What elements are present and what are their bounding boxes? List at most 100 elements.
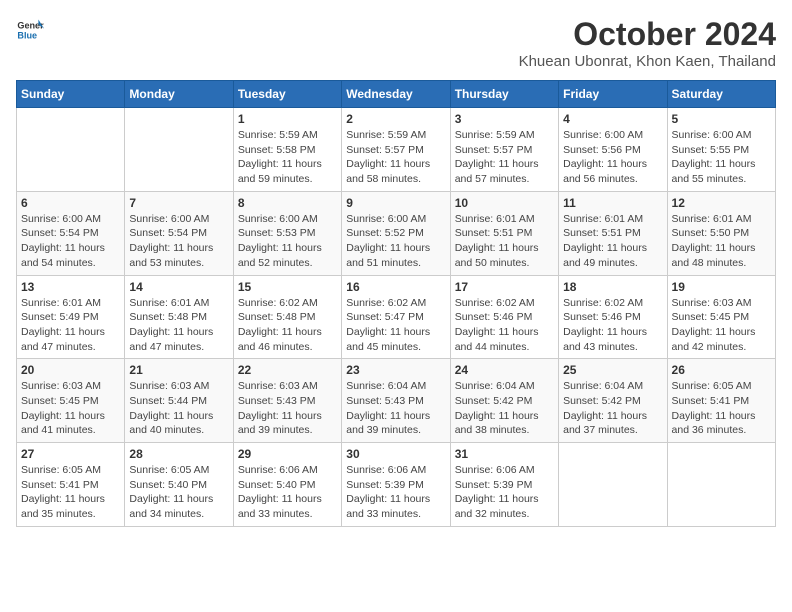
svg-text:Blue: Blue: [17, 30, 37, 40]
day-of-week-header: Saturday: [667, 81, 775, 108]
day-number: 23: [346, 363, 445, 377]
day-number: 31: [455, 447, 554, 461]
day-number: 22: [238, 363, 337, 377]
day-detail: Sunrise: 6:03 AMSunset: 5:44 PMDaylight:…: [129, 379, 228, 438]
day-detail: Sunrise: 6:06 AMSunset: 5:40 PMDaylight:…: [238, 463, 337, 522]
calendar-header-row: SundayMondayTuesdayWednesdayThursdayFrid…: [17, 81, 776, 108]
day-number: 3: [455, 112, 554, 126]
day-detail: Sunrise: 6:00 AMSunset: 5:53 PMDaylight:…: [238, 212, 337, 271]
calendar-week-row: 13 Sunrise: 6:01 AMSunset: 5:49 PMDayligh…: [17, 275, 776, 359]
location-title: Khuean Ubonrat, Khon Kaen, Thailand: [519, 53, 776, 70]
day-detail: Sunrise: 5:59 AMSunset: 5:58 PMDaylight:…: [238, 128, 337, 187]
day-number: 5: [672, 112, 771, 126]
day-of-week-header: Wednesday: [342, 81, 450, 108]
calendar-cell: [17, 108, 125, 192]
calendar-cell: 30Sunrise: 6:06 AMSunset: 5:39 PMDayligh…: [342, 443, 450, 527]
day-detail: Sunrise: 6:04 AMSunset: 5:43 PMDaylight:…: [346, 379, 445, 438]
day-number: 4: [563, 112, 662, 126]
calendar-cell: 4 Sunrise: 6:00 AMSunset: 5:56 PMDaylight…: [559, 108, 667, 192]
day-number: 7: [129, 196, 228, 210]
calendar-week-row: 1 Sunrise: 5:59 AMSunset: 5:58 PMDaylight…: [17, 108, 776, 192]
day-detail: Sunrise: 5:59 AMSunset: 5:57 PMDaylight:…: [346, 128, 445, 187]
page-header: General Blue October 2024 Khuean Ubonrat…: [16, 16, 776, 70]
calendar-cell: 17 Sunrise: 6:02 AMSunset: 5:46 PMDayligh…: [450, 275, 558, 359]
day-number: 27: [21, 447, 120, 461]
day-number: 24: [455, 363, 554, 377]
calendar-week-row: 27 Sunrise: 6:05 AMSunset: 5:41 PMDayligh…: [17, 443, 776, 527]
logo: General Blue: [16, 16, 44, 44]
calendar-week-row: 20Sunrise: 6:03 AMSunset: 5:45 PMDayligh…: [17, 359, 776, 443]
calendar-cell: 25 Sunrise: 6:04 AMSunset: 5:42 PMDayligh…: [559, 359, 667, 443]
calendar-cell: 11Sunrise: 6:01 AMSunset: 5:51 PMDayligh…: [559, 191, 667, 275]
day-detail: Sunrise: 6:06 AMSunset: 5:39 PMDaylight:…: [346, 463, 445, 522]
day-number: 28: [129, 447, 228, 461]
day-of-week-header: Tuesday: [233, 81, 341, 108]
day-number: 13: [21, 280, 120, 294]
day-detail: Sunrise: 6:05 AMSunset: 5:41 PMDaylight:…: [21, 463, 120, 522]
day-number: 6: [21, 196, 120, 210]
day-detail: Sunrise: 6:03 AMSunset: 5:43 PMDaylight:…: [238, 379, 337, 438]
calendar-cell: 14 Sunrise: 6:01 AMSunset: 5:48 PMDayligh…: [125, 275, 233, 359]
calendar-cell: 20Sunrise: 6:03 AMSunset: 5:45 PMDayligh…: [17, 359, 125, 443]
day-detail: Sunrise: 6:02 AMSunset: 5:46 PMDaylight:…: [563, 296, 662, 355]
calendar-cell: 8 Sunrise: 6:00 AMSunset: 5:53 PMDaylight…: [233, 191, 341, 275]
calendar-cell: 9 Sunrise: 6:00 AMSunset: 5:52 PMDaylight…: [342, 191, 450, 275]
day-detail: Sunrise: 6:02 AMSunset: 5:46 PMDaylight:…: [455, 296, 554, 355]
day-detail: Sunrise: 6:04 AMSunset: 5:42 PMDaylight:…: [563, 379, 662, 438]
calendar-cell: 24Sunrise: 6:04 AMSunset: 5:42 PMDayligh…: [450, 359, 558, 443]
day-number: 25: [563, 363, 662, 377]
day-number: 15: [238, 280, 337, 294]
day-number: 17: [455, 280, 554, 294]
day-detail: Sunrise: 6:01 AMSunset: 5:51 PMDaylight:…: [455, 212, 554, 271]
day-number: 14: [129, 280, 228, 294]
day-detail: Sunrise: 6:02 AMSunset: 5:47 PMDaylight:…: [346, 296, 445, 355]
day-of-week-header: Monday: [125, 81, 233, 108]
day-of-week-header: Friday: [559, 81, 667, 108]
day-number: 8: [238, 196, 337, 210]
day-detail: Sunrise: 6:00 AMSunset: 5:54 PMDaylight:…: [21, 212, 120, 271]
calendar-cell: 10 Sunrise: 6:01 AMSunset: 5:51 PMDayligh…: [450, 191, 558, 275]
calendar-table: SundayMondayTuesdayWednesdayThursdayFrid…: [16, 80, 776, 527]
calendar-cell: 18Sunrise: 6:02 AMSunset: 5:46 PMDayligh…: [559, 275, 667, 359]
calendar-cell: 22 Sunrise: 6:03 AMSunset: 5:43 PMDayligh…: [233, 359, 341, 443]
day-detail: Sunrise: 6:01 AMSunset: 5:48 PMDaylight:…: [129, 296, 228, 355]
calendar-cell: 12Sunrise: 6:01 AMSunset: 5:50 PMDayligh…: [667, 191, 775, 275]
calendar-cell: 27 Sunrise: 6:05 AMSunset: 5:41 PMDayligh…: [17, 443, 125, 527]
calendar-cell: 19Sunrise: 6:03 AMSunset: 5:45 PMDayligh…: [667, 275, 775, 359]
day-number: 20: [21, 363, 120, 377]
calendar-cell: 16 Sunrise: 6:02 AMSunset: 5:47 PMDayligh…: [342, 275, 450, 359]
day-detail: Sunrise: 6:06 AMSunset: 5:39 PMDaylight:…: [455, 463, 554, 522]
day-detail: Sunrise: 6:01 AMSunset: 5:50 PMDaylight:…: [672, 212, 771, 271]
day-of-week-header: Sunday: [17, 81, 125, 108]
day-detail: Sunrise: 6:01 AMSunset: 5:49 PMDaylight:…: [21, 296, 120, 355]
calendar-cell: [559, 443, 667, 527]
day-number: 29: [238, 447, 337, 461]
calendar-cell: 28 Sunrise: 6:05 AMSunset: 5:40 PMDayligh…: [125, 443, 233, 527]
day-number: 26: [672, 363, 771, 377]
day-number: 16: [346, 280, 445, 294]
day-detail: Sunrise: 6:05 AMSunset: 5:41 PMDaylight:…: [672, 379, 771, 438]
day-detail: Sunrise: 5:59 AMSunset: 5:57 PMDaylight:…: [455, 128, 554, 187]
day-detail: Sunrise: 6:00 AMSunset: 5:55 PMDaylight:…: [672, 128, 771, 187]
day-detail: Sunrise: 6:00 AMSunset: 5:54 PMDaylight:…: [129, 212, 228, 271]
day-of-week-header: Thursday: [450, 81, 558, 108]
calendar-cell: 1 Sunrise: 5:59 AMSunset: 5:58 PMDaylight…: [233, 108, 341, 192]
day-number: 1: [238, 112, 337, 126]
month-title: October 2024: [519, 16, 776, 53]
day-number: 21: [129, 363, 228, 377]
calendar-cell: 31 Sunrise: 6:06 AMSunset: 5:39 PMDayligh…: [450, 443, 558, 527]
day-number: 9: [346, 196, 445, 210]
day-number: 10: [455, 196, 554, 210]
day-detail: Sunrise: 6:05 AMSunset: 5:40 PMDaylight:…: [129, 463, 228, 522]
calendar-cell: 26 Sunrise: 6:05 AMSunset: 5:41 PMDayligh…: [667, 359, 775, 443]
calendar-cell: 13 Sunrise: 6:01 AMSunset: 5:49 PMDayligh…: [17, 275, 125, 359]
calendar-cell: 5 Sunrise: 6:00 AMSunset: 5:55 PMDaylight…: [667, 108, 775, 192]
title-block: October 2024 Khuean Ubonrat, Khon Kaen, …: [519, 16, 776, 70]
day-number: 11: [563, 196, 662, 210]
day-detail: Sunrise: 6:00 AMSunset: 5:52 PMDaylight:…: [346, 212, 445, 271]
day-detail: Sunrise: 6:00 AMSunset: 5:56 PMDaylight:…: [563, 128, 662, 187]
calendar-cell: 2 Sunrise: 5:59 AMSunset: 5:57 PMDaylight…: [342, 108, 450, 192]
calendar-cell: [125, 108, 233, 192]
day-detail: Sunrise: 6:02 AMSunset: 5:48 PMDaylight:…: [238, 296, 337, 355]
day-number: 2: [346, 112, 445, 126]
